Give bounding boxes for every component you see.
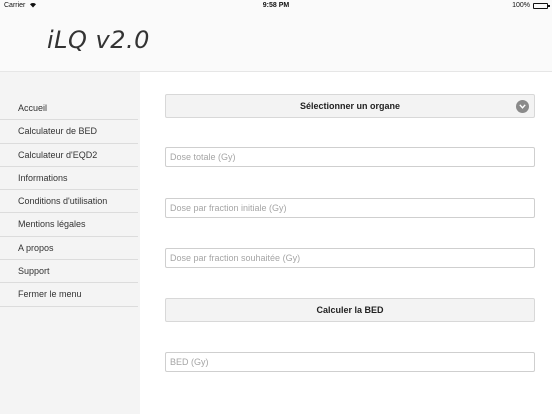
chevron-down-icon[interactable] xyxy=(516,100,529,113)
battery-percentage: 100% xyxy=(512,2,530,9)
initial-fraction-dose-input[interactable] xyxy=(165,198,535,218)
menu-item-terms[interactable]: Conditions d'utilisation xyxy=(0,190,138,214)
menu-item-eqd2-calculator[interactable]: Calculateur d'EQD2 xyxy=(0,144,138,167)
menu-item-about[interactable]: A propos xyxy=(0,237,138,261)
sidebar-menu: Accueil Calculateur de BED Calculateur d… xyxy=(0,72,140,414)
menu-item-informations[interactable]: Informations xyxy=(0,167,138,191)
app-header: iLQ v2.0 xyxy=(0,11,552,72)
app-logo: iLQ v2.0 xyxy=(47,26,150,54)
total-dose-input[interactable] xyxy=(165,147,535,167)
bed-result-field[interactable] xyxy=(165,352,535,372)
organ-select-button[interactable]: Sélectionner un organe xyxy=(165,94,535,118)
status-bar: Carrier 9:58 PM 100% xyxy=(0,0,552,11)
desired-fraction-dose-input[interactable] xyxy=(165,248,535,268)
menu-item-bed-calculator[interactable]: Calculateur de BED xyxy=(0,120,138,144)
clock: 9:58 PM xyxy=(262,2,290,9)
menu-item-support[interactable]: Support xyxy=(0,260,138,284)
menu-item-accueil[interactable]: Accueil xyxy=(0,97,138,121)
organ-select-label: Sélectionner un organe xyxy=(299,101,401,111)
bed-calculator-panel: Sélectionner un organe Calculer la BED xyxy=(140,72,552,414)
battery-icon xyxy=(533,3,550,9)
menu-list: Accueil Calculateur de BED Calculateur d… xyxy=(0,97,138,307)
menu-item-close-menu[interactable]: Fermer le menu xyxy=(0,283,138,307)
menu-item-legal[interactable]: Mentions légales xyxy=(0,213,138,237)
calculate-bed-button[interactable]: Calculer la BED xyxy=(165,298,535,322)
